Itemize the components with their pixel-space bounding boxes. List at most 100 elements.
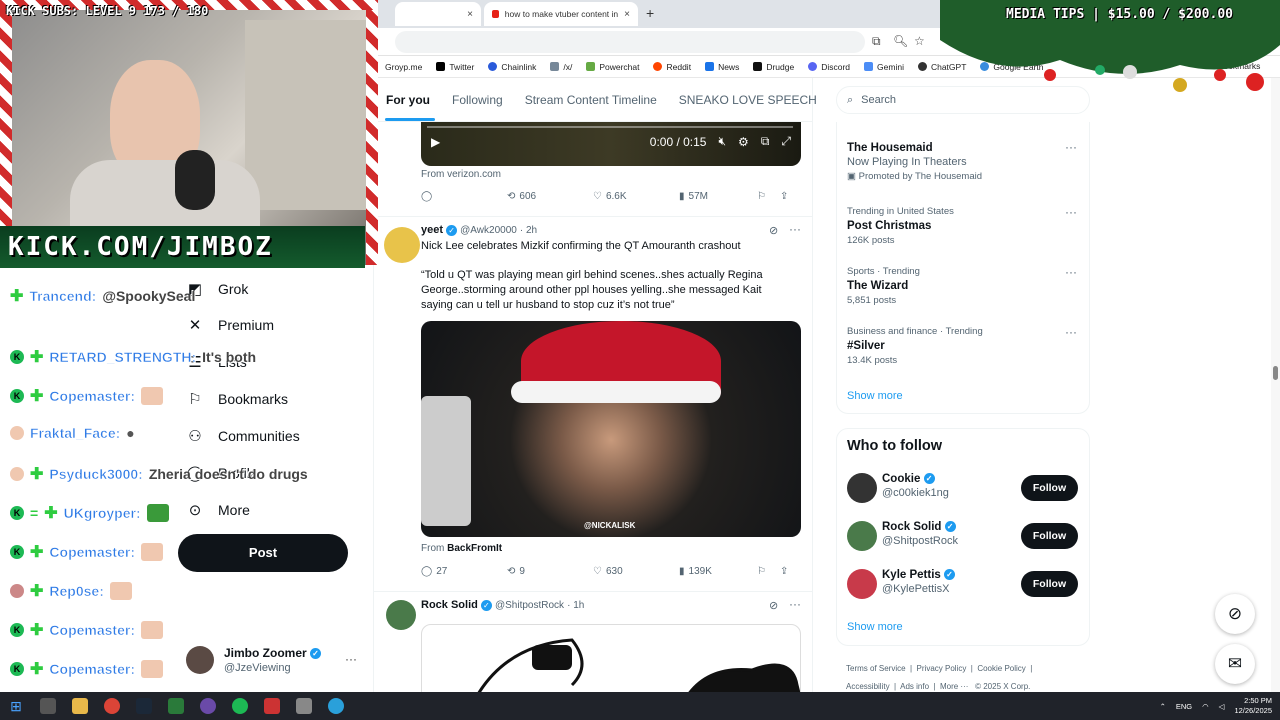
close-tab-icon[interactable]: ×: [624, 9, 630, 20]
bookmark-item[interactable]: /x/: [550, 62, 572, 72]
nav-communities[interactable]: ⚇ Communities: [186, 427, 299, 445]
account-menu-icon[interactable]: ···: [345, 652, 357, 666]
app-icon[interactable]: [264, 698, 280, 714]
tweet-menu-icon[interactable]: ···: [789, 597, 801, 611]
task-view-icon[interactable]: [40, 698, 56, 714]
follow-button[interactable]: Follow: [1021, 523, 1078, 549]
browser-tab-active[interactable]: how to make vtuber content in ×: [484, 2, 638, 26]
tweet-author-name[interactable]: Rock Solid: [421, 599, 478, 611]
footer-link[interactable]: Terms of Service: [846, 664, 906, 673]
tab-following[interactable]: Following: [452, 93, 503, 107]
trend-item[interactable]: The Housemaid Now Playing In Theaters ▣ …: [847, 142, 982, 182]
start-icon[interactable]: ⊞: [8, 698, 24, 714]
bookmark-item[interactable]: Groyp.me: [385, 62, 422, 72]
like-button[interactable]: ♡ 630: [593, 566, 679, 577]
bookmark-button[interactable]: ⚐: [757, 191, 766, 202]
video-source-link[interactable]: BackFromIt: [447, 543, 502, 554]
trend-menu-icon[interactable]: ···: [1065, 205, 1077, 219]
tab-stream-content[interactable]: Stream Content Timeline: [525, 93, 657, 107]
app-icon[interactable]: [296, 698, 312, 714]
clock[interactable]: 2:50 PM 12/26/2025: [1234, 696, 1272, 716]
bookmark-button[interactable]: ⚐: [757, 566, 766, 577]
user-avatar[interactable]: [847, 473, 877, 503]
follow-user[interactable]: Cookie ✓ @c00kiek1ng: [882, 473, 949, 499]
retweet-button[interactable]: ⟲ 9: [507, 566, 593, 577]
trend-item[interactable]: Business and finance · Trending #Silver …: [847, 326, 983, 366]
grok-icon[interactable]: ⊘: [769, 224, 778, 237]
grok-float-icon[interactable]: ⊘: [1215, 594, 1255, 634]
mute-icon[interactable]: 🔇︎: [718, 134, 726, 149]
video-player[interactable]: ▶ 0:00 / 0:15 🔇︎ ⚙ ⧉ ⤢: [421, 122, 801, 166]
tweet-image[interactable]: [421, 624, 801, 692]
tweet-time[interactable]: · 1h: [567, 600, 584, 611]
bookmark-item[interactable]: Chainlink: [488, 62, 536, 72]
follow-show-more[interactable]: Show more: [847, 621, 903, 633]
tweet-video[interactable]: @NICKALISK: [421, 321, 801, 537]
trend-item[interactable]: Sports · Trending The Wizard 5,851 posts: [847, 266, 920, 306]
obs-icon[interactable]: [200, 698, 216, 714]
share-button[interactable]: ⇪: [780, 566, 788, 577]
follow-button[interactable]: Follow: [1021, 571, 1078, 597]
bookmark-item[interactable]: Drudge: [753, 62, 794, 72]
tweet-menu-icon[interactable]: ···: [789, 222, 801, 236]
new-tab-button[interactable]: +: [646, 5, 654, 21]
post-button[interactable]: Post: [178, 534, 348, 572]
chrome-icon[interactable]: [104, 698, 120, 714]
tweet-avatar[interactable]: [386, 600, 416, 630]
retweet-button[interactable]: ⟲ 606: [507, 191, 593, 202]
tweet-avatar[interactable]: [384, 227, 420, 263]
spotify-icon[interactable]: [232, 698, 248, 714]
tweet-author-name[interactable]: yeet: [421, 224, 443, 236]
bookmark-item[interactable]: Twitter: [436, 62, 474, 72]
network-icon[interactable]: ◠: [1202, 702, 1209, 711]
scrollbar-thumb[interactable]: [1273, 366, 1278, 380]
steam-icon[interactable]: [136, 698, 152, 714]
nav-more[interactable]: ⊙ More: [186, 501, 250, 519]
bookmark-item[interactable]: Discord: [808, 62, 850, 72]
reply-button[interactable]: ◯: [421, 191, 507, 202]
address-input[interactable]: [395, 31, 865, 53]
nav-grok[interactable]: ◩ Grok: [186, 280, 248, 298]
account-name[interactable]: Jimbo Zoomer ✓: [224, 646, 322, 660]
tab-for-you[interactable]: For you: [386, 93, 430, 107]
trend-item[interactable]: Trending in United States Post Christmas…: [847, 206, 954, 246]
footer-link[interactable]: Accessibility: [846, 682, 890, 691]
tweet-author-handle[interactable]: @ShitpostRock: [495, 600, 564, 611]
settings-icon[interactable]: ⚙: [738, 135, 749, 149]
tab-sneako[interactable]: SNEAKO LOVE SPEECH: [679, 93, 817, 107]
trends-show-more[interactable]: Show more: [847, 390, 903, 402]
bookmark-item[interactable]: News: [705, 62, 739, 72]
user-avatar[interactable]: [847, 521, 877, 551]
fullscreen-icon[interactable]: ⤢: [781, 134, 791, 149]
bookmark-item[interactable]: Gemini: [864, 62, 904, 72]
reply-button[interactable]: ◯ 27: [421, 566, 507, 577]
trend-menu-icon[interactable]: ···: [1065, 265, 1077, 279]
footer-link[interactable]: Privacy Policy: [917, 664, 967, 673]
video-progress[interactable]: [427, 126, 793, 128]
follow-button[interactable]: Follow: [1021, 475, 1078, 501]
close-tab-icon[interactable]: ×: [467, 9, 473, 20]
account-avatar[interactable]: [186, 646, 214, 674]
trend-menu-icon[interactable]: ···: [1065, 140, 1077, 154]
tweet-author-handle[interactable]: @Awk20000: [460, 225, 517, 236]
trend-menu-icon[interactable]: ···: [1065, 325, 1077, 339]
follow-user[interactable]: Rock Solid ✓ @ShitpostRock: [882, 521, 958, 547]
views-button[interactable]: ▮ 139K: [679, 566, 765, 577]
follow-user[interactable]: Kyle Pettis ✓ @KylePettisX: [882, 569, 956, 595]
telegram-icon[interactable]: [328, 698, 344, 714]
app-icon[interactable]: [168, 698, 184, 714]
pip-icon[interactable]: ⧉: [761, 134, 770, 149]
zoom-icon[interactable]: 🔍︎: [893, 34, 908, 48]
like-button[interactable]: ♡ 6.6K: [593, 191, 679, 202]
grok-icon[interactable]: ⊘: [769, 599, 778, 612]
browser-tab[interactable]: ×: [395, 2, 481, 26]
messages-icon[interactable]: ✉: [1215, 644, 1255, 684]
install-icon[interactable]: ⧉: [872, 34, 881, 49]
star-icon[interactable]: ☆: [914, 34, 925, 48]
share-button[interactable]: ⇪: [780, 191, 788, 202]
views-button[interactable]: ▮ 57M: [679, 191, 765, 202]
nav-bookmarks[interactable]: ⚐ Bookmarks: [186, 390, 288, 408]
bookmark-item[interactable]: Reddit: [653, 62, 691, 72]
footer-link[interactable]: More ···: [940, 682, 968, 691]
bookmark-item[interactable]: Powerchat: [586, 62, 639, 72]
